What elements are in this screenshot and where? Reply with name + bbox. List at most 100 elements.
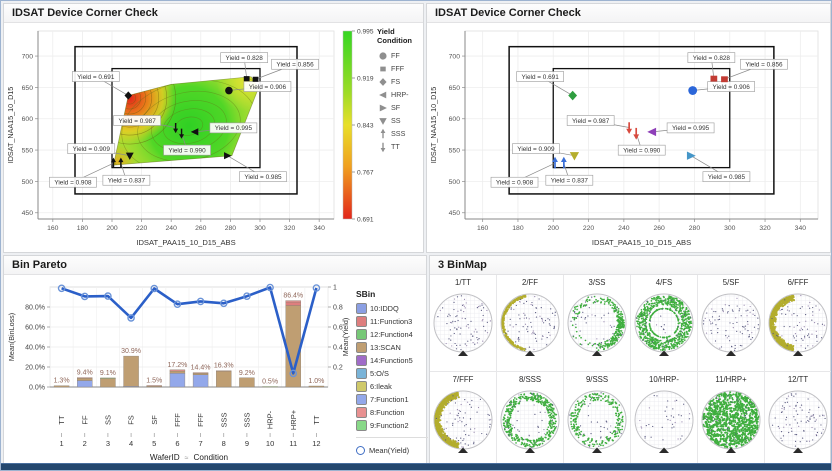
sbin-legend-item[interactable]: 9:Function2 (356, 419, 428, 432)
svg-text:14.4%: 14.4% (191, 365, 211, 372)
bar-wafer-7[interactable] (193, 373, 208, 387)
wafer-map-cell[interactable]: 2/FF (497, 275, 564, 372)
svg-text:Yield = 0.909: Yield = 0.909 (517, 146, 555, 153)
svg-text:Yield = 0.985: Yield = 0.985 (244, 174, 282, 181)
x-axis-label: IDSAT_PAA15_10_D15_ABS (592, 238, 691, 247)
svg-text:0.0%: 0.0% (29, 385, 45, 392)
data-point-marker[interactable] (721, 76, 728, 82)
wafer-map-cell[interactable]: 3/SS (564, 275, 631, 372)
sbin-legend-item[interactable]: 13:SCAN (356, 341, 428, 354)
bar-wafer-9[interactable] (239, 378, 254, 387)
mean-yield-legend[interactable]: Mean(Yield) (356, 443, 428, 457)
wafer-map-cell[interactable]: 5/SF (698, 275, 765, 372)
bar-wafer-3[interactable] (100, 378, 115, 387)
sbin-legend-label: 8:Function (370, 408, 405, 417)
yield-callout: Yield = 0.828 (221, 53, 268, 63)
data-point-marker[interactable] (381, 142, 386, 152)
data-point-marker[interactable] (380, 66, 385, 71)
sbin-legend-item[interactable]: 11:Function3 (356, 315, 428, 328)
bottom-scrollbar[interactable] (1, 463, 831, 470)
svg-text:450: 450 (449, 210, 461, 217)
bar-wafer-4[interactable] (124, 356, 139, 387)
y-axis-label: IDSAT_NAA15_10_D15 (6, 87, 15, 164)
sbin-legend-item[interactable]: 5:O/S (356, 367, 428, 380)
bar-wafer-12[interactable] (309, 386, 324, 387)
data-point-marker[interactable] (711, 76, 718, 82)
wafer-map (430, 288, 496, 366)
wafer-map-cell[interactable]: 9/SSS (564, 372, 631, 469)
yield-callout: Yield = 0.908 (491, 177, 538, 187)
data-point-marker[interactable] (379, 52, 386, 59)
bar-wafer-5[interactable] (147, 386, 162, 388)
data-point-marker[interactable] (244, 76, 250, 81)
data-point-marker[interactable] (379, 118, 386, 125)
bar-wafer-10[interactable] (263, 387, 278, 388)
svg-text:9: 9 (245, 439, 249, 448)
wafer-map-cell[interactable]: 1/TT (430, 275, 497, 372)
sbin-legend-label: 12:Function4 (370, 330, 413, 339)
wafer-map (631, 385, 697, 463)
sbin-legend-item[interactable]: 6:Ileak (356, 380, 428, 393)
wafer-map-cell[interactable]: 8/SSS (497, 372, 564, 469)
wafer-map-cell[interactable]: 4/FS (631, 275, 698, 372)
data-point-marker[interactable] (253, 77, 259, 82)
svg-text:550: 550 (22, 147, 34, 154)
data-point-marker[interactable] (225, 87, 233, 95)
legend-item-fff[interactable]: FFF (377, 62, 423, 75)
yield-callout: Yield = 0.995 (210, 123, 257, 133)
contour-plot[interactable]: 1601802002202402602803003203404505005506… (4, 23, 378, 253)
sbin-legend-item[interactable]: 12:Function4 (356, 328, 428, 341)
bar-wafer-6[interactable] (170, 370, 185, 387)
bar-wafer-1[interactable] (54, 386, 69, 387)
yield-callout: Yield = 0.856 (272, 59, 319, 69)
legend-item-tt[interactable]: TT (377, 140, 423, 153)
sbin-legend-item[interactable]: 10:IDDQ (356, 302, 428, 315)
wafer-map-cell[interactable]: 11/HRP+ (698, 372, 765, 469)
legend-item-ff[interactable]: FF (377, 49, 423, 62)
triangle-left-icon (377, 89, 389, 101)
svg-text:Yield = 0.906: Yield = 0.906 (713, 84, 751, 91)
wafer-map-cell[interactable]: 7/FFF (430, 372, 497, 469)
x-axis-label: WaferID≈Condition (150, 453, 229, 462)
wafer-map-grid: 1/TT2/FF3/SS4/FS5/SF6/FFF7/FFF8/SSS9/SSS… (430, 275, 830, 465)
svg-text:16.3%: 16.3% (214, 363, 234, 370)
svg-text:180: 180 (77, 225, 89, 232)
data-point-marker[interactable] (381, 128, 386, 138)
legend-item-sss[interactable]: SSS (377, 127, 423, 140)
data-point-marker[interactable] (380, 104, 387, 111)
triangle-right-icon (377, 102, 389, 114)
svg-text:9.4%: 9.4% (77, 370, 93, 377)
sbin-legend-title: SBin (356, 289, 428, 299)
legend-item-fs[interactable]: FS (377, 75, 423, 88)
corner-scatter-plot[interactable]: 1601802002202402602803003203404505005506… (427, 23, 830, 253)
color-swatch-icon (356, 355, 367, 366)
svg-text:600: 600 (22, 116, 34, 123)
data-point-marker[interactable] (379, 91, 386, 98)
wafer-map-cell[interactable]: 10/HRP- (631, 372, 698, 469)
legend-item-ss[interactable]: SS (377, 114, 423, 127)
sbin-legend-item[interactable]: 7:Function1 (356, 393, 428, 406)
sbin-legend-item[interactable]: 8:Function (356, 406, 428, 419)
bar-wafer-2[interactable] (77, 378, 92, 387)
svg-text:600: 600 (449, 116, 461, 123)
wafer-map-cell[interactable]: 12/TT (765, 372, 832, 469)
wafer-map-cell[interactable]: 6/FFF (765, 275, 832, 372)
bar-wafer-8[interactable] (216, 371, 231, 387)
svg-text:1: 1 (333, 285, 337, 292)
sbin-legend-item[interactable]: 14:Function5 (356, 354, 428, 367)
svg-text:Yield = 0.909: Yield = 0.909 (73, 146, 111, 153)
legend-item-label: SS (391, 116, 401, 125)
svg-text:300: 300 (724, 225, 736, 232)
yield-callout: Yield = 0.837 (103, 175, 150, 185)
data-point-marker[interactable] (688, 86, 697, 95)
data-point-marker[interactable] (379, 78, 386, 86)
svg-text:80.0%: 80.0% (25, 305, 45, 312)
wafer-label: 8/SSS (497, 374, 563, 385)
legend-item-hrp-[interactable]: HRP- (377, 88, 423, 101)
wafer-label: 1/TT (430, 277, 496, 288)
legend-item-sf[interactable]: SF (377, 101, 423, 114)
yield-callout: Yield = 0.828 (688, 53, 735, 63)
svg-text:FFF: FFF (196, 413, 205, 427)
bin-pareto-chart[interactable]: 0.0%20.0%40.0%60.0%80.0%0.20.40.60.81Mea… (4, 275, 354, 464)
yield-callout: Yield = 0.837 (546, 175, 593, 185)
